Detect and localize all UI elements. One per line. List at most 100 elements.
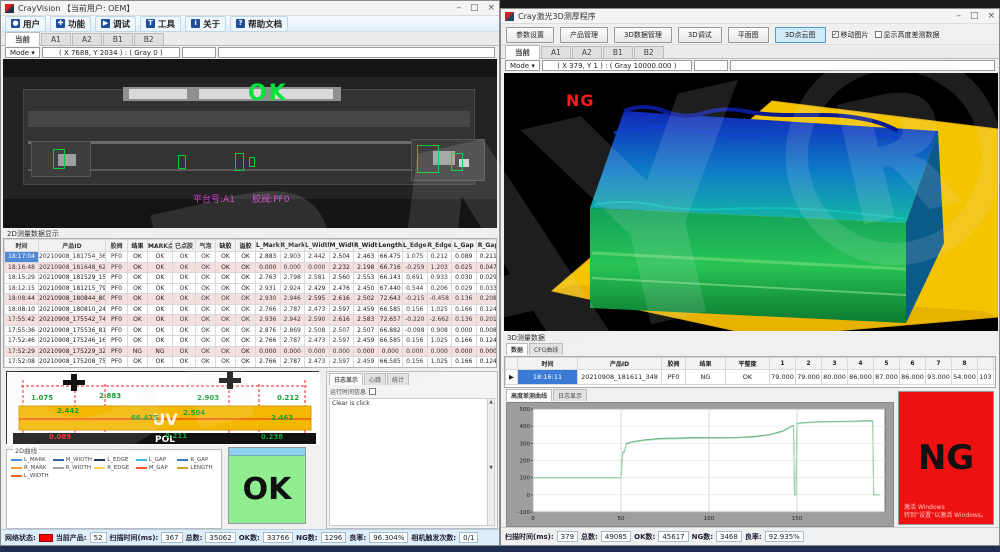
toolbar-checkbox-1[interactable]: 显示高度差测数据 — [875, 30, 940, 40]
menu-item-help-doc[interactable]: ?帮助文档 — [230, 16, 288, 32]
log-tab-2[interactable]: 统计 — [387, 373, 409, 385]
column-header: 3 — [822, 358, 848, 370]
close-button[interactable]: × — [987, 12, 995, 21]
tab-a2[interactable]: A2 — [72, 33, 102, 45]
cell-value: 2.766 — [256, 336, 281, 347]
maximize-button[interactable]: □ — [970, 12, 979, 21]
cell-time: 17:52:46 — [5, 336, 39, 347]
right-toolbar: 参数设置产品管理 3D数据管理 3D调试平面图 3D点云图 ✓移动图片 显示高度差测数据 — [501, 25, 999, 45]
status-value: 367 — [161, 532, 182, 543]
toolbar-button-4[interactable]: 平面图 — [728, 27, 769, 43]
cell-check: OK — [216, 336, 236, 347]
cell-value: 2.590 — [305, 315, 330, 326]
table-row[interactable]: 18:17:0420210908_181754_363PF0OKOKOKOKOK… — [5, 252, 498, 263]
legend-item-length: LENGTH — [177, 465, 217, 471]
menu-item-about[interactable]: i关于 — [185, 16, 226, 32]
cell-value: 66.585 — [378, 304, 403, 315]
measurement-table-3d[interactable]: 时间产品ID胶阀结果平整度12345678▶18:16:1120210908_1… — [504, 356, 996, 388]
chart-tab-1[interactable]: 日志显示 — [553, 389, 587, 401]
mode-dropdown[interactable]: Mode ▾ — [505, 60, 540, 71]
data-tab-0[interactable]: 数据 — [506, 343, 528, 355]
table-row[interactable]: 17:52:4620210908_175246_166PF0OKOKOKOKOK… — [5, 336, 498, 347]
table-row[interactable]: 18:08:4420210908_180844_802PF0OKOKOKOKOK… — [5, 294, 498, 305]
checkbox-label: 显示高度差测数据 — [884, 30, 940, 40]
taskbar-strip — [0, 546, 1000, 552]
camera-2d-view[interactable]: OK 平台号:A1 胶阀:PF0 — [3, 59, 497, 228]
log-tab-1[interactable]: 心跳 — [364, 373, 386, 385]
menu-item-function[interactable]: ✚功能 — [50, 16, 91, 32]
chart-tab-0[interactable]: 高度差测曲线 — [506, 389, 552, 401]
table-row[interactable]: 18:08:1020210908_180810_246PF0OKOKOKOKOK… — [5, 304, 498, 315]
cell-time: 17:55:42 — [5, 315, 39, 326]
table-row[interactable]: ▶18:16:1120210908_181611_348PF0NGOK79.00… — [506, 370, 997, 385]
tab-a1[interactable]: A1 — [41, 33, 71, 45]
height-curve-chart[interactable]: -1000100200300400500050100150 — [506, 402, 894, 527]
cell-value: 0.933 — [427, 273, 452, 284]
svg-text:400: 400 — [520, 424, 531, 430]
legend-label: R_EDGE — [107, 465, 129, 471]
status-label: 良率: — [745, 532, 762, 542]
table-row[interactable]: 18:15:2920210908_181529_152PF0OKOKOKOKOK… — [5, 273, 498, 284]
cell-product-id: 20210908_181754_363 — [39, 252, 106, 263]
toolbar-button-0[interactable]: 参数设置 — [506, 27, 554, 43]
menu-item-tools[interactable]: T工具 — [140, 16, 181, 32]
app-logo-icon — [505, 12, 514, 21]
log-tab-0[interactable]: 日志显示 — [329, 373, 363, 385]
cell-value: 86.000 — [848, 370, 874, 385]
toolbar-button-3[interactable]: 3D调试 — [678, 27, 722, 43]
table-row[interactable]: 17:55:3620210908_175536_810PF0OKOKOKOKOK… — [5, 325, 498, 336]
runtime-info-checkbox[interactable] — [369, 388, 376, 395]
tab-[interactable]: 当前 — [505, 45, 540, 59]
mode-dropdown[interactable]: Mode ▾ — [5, 47, 40, 58]
cell-valve: PF0 — [106, 304, 128, 315]
toolbar-button-2[interactable]: 3D数据管理 — [614, 27, 672, 43]
tab-b2[interactable]: B2 — [634, 46, 664, 58]
toolbar-checkbox-0[interactable]: ✓移动图片 — [832, 30, 869, 40]
table-row[interactable]: 17:52:2920210908_175229_325PF0NGNGOKOKOK… — [5, 346, 498, 357]
menu-item-user[interactable]: ●用户 — [5, 16, 46, 32]
measurement-table-2d[interactable]: 时间产品ID胶阀结果MARK点已点胶气泡缺胶溢胶L_MarkR_MarkL_Wi… — [3, 238, 497, 368]
legend-label: M_WIDTH — [66, 457, 92, 463]
tab-a1[interactable]: A1 — [541, 46, 571, 58]
runtime-info-label: 运行时间信息 — [330, 387, 366, 396]
cell-value: 2.581 — [305, 273, 330, 284]
minimize-button[interactable]: – — [456, 4, 461, 13]
cell-product-id: 20210908_181648_626 — [39, 262, 106, 273]
tab-b2[interactable]: B2 — [134, 33, 164, 45]
cell-check: OK — [173, 262, 196, 273]
chart-tabs: 高度差测曲线日志显示 — [506, 389, 587, 401]
log-output[interactable]: Clear is click ▲▼ — [329, 398, 495, 526]
toolbar-button-5[interactable]: 3D点云图 — [775, 27, 826, 43]
table-row[interactable]: 17:55:4220210908_175542_747PF0OKOKOKOKOK… — [5, 315, 498, 326]
log-scrollbar[interactable]: ▲▼ — [487, 399, 494, 525]
cell-time: 18:17:04 — [5, 252, 39, 263]
cell-value: 2.597 — [329, 336, 354, 347]
left-statusbar: 网络状态:当前产品:52扫描时间(ms):367总数:35062OK数:3376… — [1, 529, 499, 545]
tab-[interactable]: 当前 — [5, 32, 40, 46]
cell-value: 67.440 — [378, 283, 403, 294]
menu-item-debug[interactable]: ▶调试 — [95, 16, 136, 32]
table-row[interactable]: 18:12:1520210908_181215_799PF0OKOKOKOKOK… — [5, 283, 498, 294]
table-scrollbar[interactable]: ⇅ — [994, 370, 997, 385]
dim-r-mark: 2.903 — [197, 394, 219, 402]
height-map-3d-view[interactable]: NG — [504, 73, 996, 331]
legend-label: LENGTH — [190, 465, 212, 471]
minimize-button[interactable]: – — [956, 12, 961, 21]
about-icon: i — [191, 19, 200, 28]
tab-b1[interactable]: B1 — [103, 33, 133, 45]
table-row[interactable]: 17:52:0820210908_175208_756PF0OKOKOKOKOK… — [5, 357, 498, 368]
cell-value: 0.089 — [452, 252, 477, 263]
close-button[interactable]: × — [487, 4, 495, 13]
roi-rect — [249, 157, 255, 167]
tab-a2[interactable]: A2 — [572, 46, 602, 58]
tab-b1[interactable]: B1 — [603, 46, 633, 58]
cell-result: OK — [128, 294, 148, 305]
data-tab-1[interactable]: CFG曲线 — [529, 343, 563, 355]
machine-rail — [28, 141, 470, 144]
coordinate-readout: ( X 7688, Y 2034 ) : ( Gray 0 ) — [42, 47, 180, 58]
maximize-button[interactable]: □ — [470, 4, 479, 13]
cell-value: 2.766 — [256, 304, 281, 315]
table-row[interactable]: 18:16:4820210908_181648_626PF0OKOKOKOKOK… — [5, 262, 498, 273]
left-menubar: ●用户✚功能▶调试T工具i关于?帮助文档 — [1, 16, 499, 32]
toolbar-button-1[interactable]: 产品管理 — [560, 27, 608, 43]
